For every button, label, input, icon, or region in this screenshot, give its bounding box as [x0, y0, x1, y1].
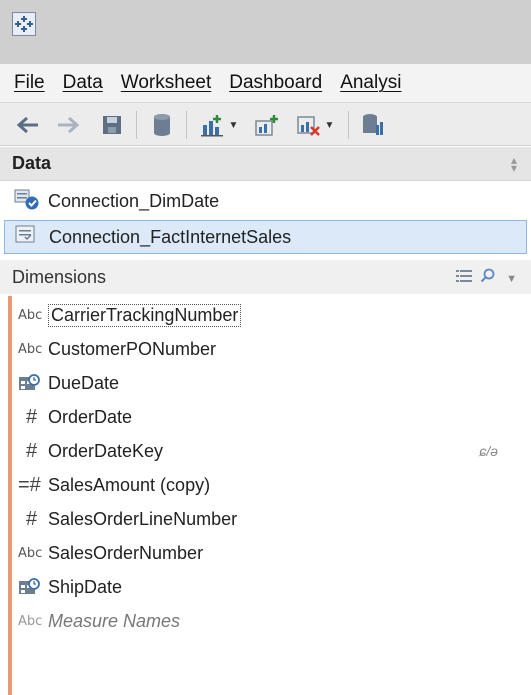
field-salesordernumber[interactable]: Abc SalesOrderNumber [18, 536, 528, 570]
field-carriertrackingnumber[interactable]: Abc CarrierTrackingNumber [18, 298, 528, 332]
field-label: OrderDate [48, 406, 133, 427]
field-orderdatekey[interactable]: # OrderDateKey ɕ/ə [18, 434, 528, 468]
number-type-icon: # [26, 439, 38, 462]
field-measure-names[interactable]: Abc Measure Names [18, 604, 528, 638]
data-pane-title: Data [12, 153, 52, 173]
field-salesamount-copy[interactable]: =# SalesAmount (copy) [18, 468, 528, 502]
number-type-icon: # [26, 405, 38, 428]
connection-icon [14, 188, 40, 215]
tableau-app-icon[interactable] [12, 12, 36, 36]
field-label: SalesOrderNumber [48, 542, 204, 563]
menu-dashboard[interactable]: Dashboard [229, 72, 322, 94]
field-label: OrderDateKey [48, 440, 164, 461]
field-label: CarrierTrackingNumber [48, 303, 242, 327]
new-worksheet-icon[interactable]: ▼ [196, 111, 242, 139]
search-icon[interactable] [480, 268, 496, 289]
toolbar: ▼ ▼ [0, 102, 531, 146]
string-type-icon: Abc [18, 545, 43, 561]
menu-bar: File Data Worksheet Dashboard Analysi [0, 64, 531, 102]
data-pane-header: Data ▴ ▾ [0, 147, 531, 181]
forward-icon[interactable] [54, 111, 84, 139]
menu-file[interactable]: File [14, 72, 45, 94]
string-type-icon: Abc [18, 341, 43, 357]
field-label: SalesAmount (copy) [48, 474, 211, 495]
number-type-icon: # [26, 507, 38, 530]
field-shipdate[interactable]: ShipDate [18, 570, 528, 604]
save-icon[interactable] [98, 111, 126, 139]
chevron-down-icon[interactable]: ▼ [229, 120, 239, 131]
string-type-icon: Abc [18, 307, 43, 323]
field-label: SalesOrderLineNumber [48, 508, 238, 529]
data-source-icon[interactable] [358, 111, 388, 139]
field-label: Measure Names [48, 610, 181, 631]
database-icon[interactable] [148, 111, 176, 139]
connection-label: Connection_FactInternetSales [49, 226, 292, 247]
field-customerponumber[interactable]: Abc CustomerPONumber [18, 332, 528, 366]
field-label: DueDate [48, 372, 120, 393]
connection-item-dimdate[interactable]: Connection_DimDate [0, 184, 531, 218]
menu-data[interactable]: Data [63, 72, 103, 94]
chevron-down-icon[interactable]: ▼ [506, 273, 517, 285]
menu-worksheet[interactable]: Worksheet [121, 72, 211, 94]
title-bar [0, 0, 531, 64]
connection-icon [15, 224, 41, 251]
dimensions-header: Dimensions ▼ [0, 260, 531, 294]
field-label: ShipDate [48, 576, 123, 597]
field-duedate[interactable]: DueDate [18, 366, 528, 400]
date-type-icon [18, 374, 48, 392]
link-annotation: ɕ/ə [479, 443, 498, 459]
string-type-icon: Abc [18, 613, 43, 629]
new-dashboard-icon[interactable] [252, 111, 282, 139]
chevron-down-icon[interactable]: ▼ [325, 120, 335, 131]
clear-sheet-icon[interactable]: ▼ [292, 111, 338, 139]
back-icon[interactable] [12, 111, 42, 139]
calculated-number-icon: =# [18, 473, 41, 496]
date-type-icon [18, 578, 48, 596]
dimensions-field-list: Abc CarrierTrackingNumber Abc CustomerPO… [0, 296, 531, 695]
connection-label: Connection_DimDate [48, 190, 220, 211]
view-list-icon[interactable] [456, 269, 473, 288]
field-label: CustomerPONumber [48, 338, 217, 359]
dimensions-tools: ▼ [456, 268, 517, 289]
dimensions-title: Dimensions [12, 266, 107, 287]
dimension-color-bar [8, 296, 12, 695]
field-orderdate[interactable]: # OrderDate [18, 400, 528, 434]
sort-icon[interactable]: ▴ ▾ [511, 154, 517, 174]
field-salesorderlinenumber[interactable]: # SalesOrderLineNumber [18, 502, 528, 536]
menu-analysis[interactable]: Analysi [340, 72, 401, 94]
connection-item-factinternetsales[interactable]: Connection_FactInternetSales [4, 220, 527, 254]
